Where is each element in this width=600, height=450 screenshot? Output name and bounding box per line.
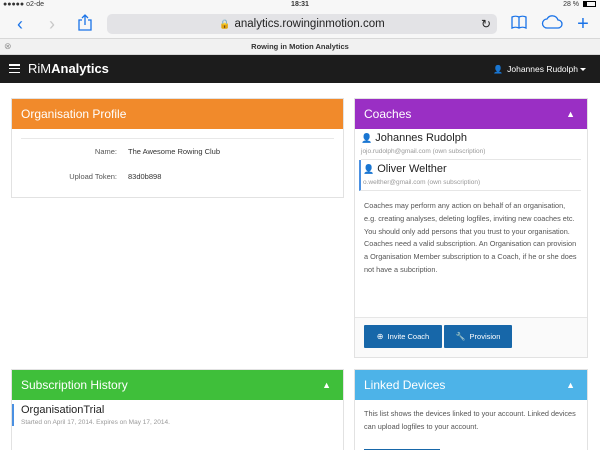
browser-toolbar: ‹ › 🔒 analytics.rowinginmotion.com ↻ + [0, 10, 600, 38]
upload-token-row: Upload Token: 83d0b898 [21, 172, 334, 197]
battery-icon [583, 1, 596, 8]
url-text: analytics.rowinginmotion.com [234, 18, 385, 30]
clock: 18:31 [291, 1, 309, 8]
panel-header[interactable]: Subscription History ▲ [12, 370, 343, 400]
status-bar: ●●●●● o2-de 18:31 28 % [0, 0, 600, 10]
coaches-description: Coaches may perform any action on behalf… [364, 201, 577, 274]
back-icon[interactable]: ‹ [12, 14, 28, 34]
user-name: Johannes Rudolph [507, 64, 578, 74]
button-row: ⊕ Invite Coach 🔧 Provision [355, 317, 587, 357]
chevron-down-icon[interactable] [580, 68, 586, 71]
user-icon: 👤 [493, 65, 504, 74]
devices-description: This list shows the devices linked to yo… [364, 409, 576, 431]
provision-button[interactable]: 🔧 Provision [444, 325, 512, 348]
chevron-up-icon[interactable]: ▲ [322, 370, 331, 400]
organisation-profile-panel: Organisation Profile Name: The Awesome R… [11, 98, 344, 198]
panel-title: Linked Devices [364, 378, 446, 392]
panel-title: Subscription History [21, 378, 128, 392]
icloud-tabs-icon[interactable] [541, 14, 563, 34]
plus-circle-icon: ⊕ [376, 332, 384, 341]
coach-email: jojo.rudolph@gmail.com (own subscription… [361, 148, 486, 155]
brand-logo[interactable]: RiMAnalytics [28, 61, 109, 76]
user-icon: 👤 [361, 133, 373, 143]
panel-title: Organisation Profile [21, 107, 127, 121]
user-menu[interactable]: 👤 Johannes Rudolph [493, 64, 578, 74]
hamburger-menu-icon[interactable] [9, 64, 20, 74]
chevron-up-icon[interactable]: ▲ [566, 370, 575, 400]
app-navbar: RiMAnalytics 👤 Johannes Rudolph [0, 55, 600, 83]
subscription-name: OrganisationTrial [21, 404, 105, 416]
list-item[interactable]: 👤 Johannes Rudolph jojo.rudolph@gmail.com… [361, 129, 581, 160]
org-name-value: The Awesome Rowing Club [128, 147, 220, 156]
share-icon[interactable] [76, 14, 94, 34]
coach-email: o.welther@gmail.com (own subscription) [363, 179, 481, 186]
list-item: OrganisationTrial Started on April 17, 2… [12, 404, 343, 426]
upload-token-value: 83d0b898 [128, 172, 162, 181]
coaches-panel: Coaches ▲ 👤 Johannes Rudolph jojo.rudolph… [354, 98, 588, 358]
tab-title[interactable]: Rowing in Motion Analytics [251, 42, 349, 51]
linked-devices-panel: Linked Devices ▲ This list shows the dev… [354, 369, 588, 450]
close-tab-icon[interactable]: ⊗ [4, 39, 12, 54]
subscription-dates: Started on April 17, 2014. Expires on Ma… [21, 419, 170, 426]
subscription-history-panel: Subscription History ▲ OrganisationTrial… [11, 369, 344, 450]
battery-percent: 28 % [563, 1, 580, 8]
panel-header[interactable]: Coaches ▲ [355, 99, 587, 129]
reload-icon[interactable]: ↻ [481, 14, 491, 34]
panel-header[interactable]: Linked Devices ▲ [355, 370, 587, 400]
address-bar[interactable]: 🔒 analytics.rowinginmotion.com ↻ [107, 14, 497, 34]
tab-strip: ⊗ Rowing in Motion Analytics [0, 38, 600, 55]
list-item[interactable]: 👤 Oliver Welther o.welther@gmail.com (own… [359, 160, 581, 191]
panel-header: Organisation Profile [12, 99, 343, 129]
bookmarks-icon[interactable] [510, 14, 528, 34]
field-label: Upload Token: [69, 172, 117, 181]
chevron-up-icon[interactable]: ▲ [566, 99, 575, 129]
coach-name: Johannes Rudolph [375, 132, 467, 144]
coach-name: Oliver Welther [377, 163, 447, 175]
invite-coach-button[interactable]: ⊕ Invite Coach [364, 325, 442, 348]
org-name-row: Name: The Awesome Rowing Club [21, 147, 334, 172]
battery-indicator: 28 % [563, 1, 596, 8]
user-icon: 👤 [363, 164, 375, 174]
new-tab-icon[interactable]: + [574, 14, 592, 34]
wrench-icon: 🔧 [455, 332, 466, 341]
lock-icon: 🔒 [219, 19, 231, 29]
panel-title: Coaches [364, 107, 412, 121]
forward-icon[interactable]: › [44, 14, 60, 34]
field-label: Name: [94, 147, 117, 156]
